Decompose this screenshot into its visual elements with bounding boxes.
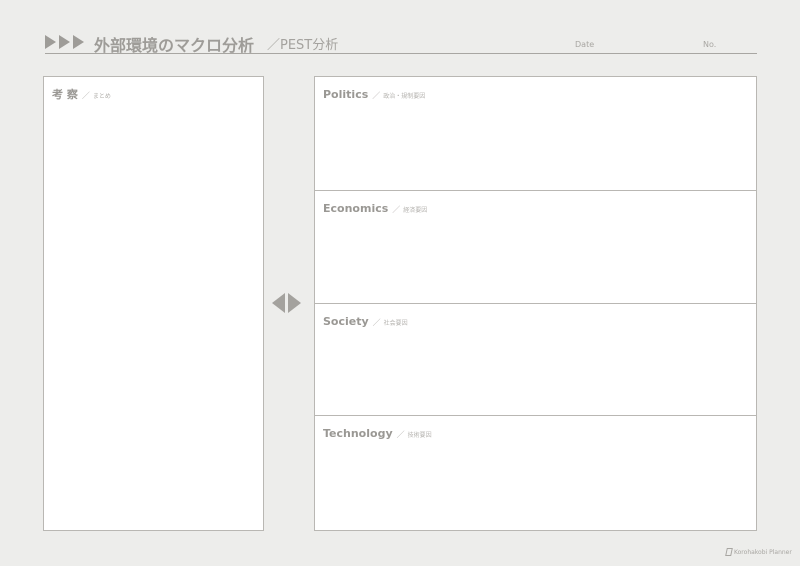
date-label: Date bbox=[575, 40, 595, 49]
summary-separator: ／ bbox=[81, 91, 90, 100]
technology-heading: Technology ／技術要因 bbox=[323, 422, 432, 441]
number-label: No. bbox=[703, 40, 717, 49]
summary-panel[interactable]: 考 察／まとめ bbox=[43, 76, 264, 531]
summary-subtitle: まとめ bbox=[92, 93, 111, 100]
pen-icon bbox=[725, 548, 733, 556]
society-subtitle: 社会要因 bbox=[383, 319, 408, 327]
triangle-right-icon bbox=[45, 35, 56, 49]
middle-arrows bbox=[272, 293, 301, 313]
politics-subtitle: 政治・規制要因 bbox=[383, 93, 426, 100]
technology-subtitle: 技術要因 bbox=[407, 432, 432, 440]
triangle-left-icon bbox=[272, 293, 285, 313]
page-title: 外部環境のマクロ分析 bbox=[94, 36, 255, 55]
triangle-right-icon bbox=[73, 35, 84, 49]
politics-title: Politics bbox=[323, 88, 369, 101]
page-header: 外部環境のマクロ分析 ／PEST分析 Date No. bbox=[45, 33, 757, 55]
triangle-right-icon bbox=[288, 293, 301, 313]
economics-section[interactable]: Economics ／経済要因 bbox=[315, 189, 756, 303]
technology-title: Technology bbox=[323, 427, 393, 441]
brand-label: Korohakobi Planner bbox=[734, 548, 792, 556]
technology-section[interactable]: Technology ／技術要因 bbox=[315, 415, 756, 528]
summary-title: 考 察 bbox=[52, 88, 78, 101]
society-title: Society bbox=[323, 314, 369, 328]
footer-brand: Korohakobi Planner bbox=[725, 548, 792, 556]
page-subtitle: ／PEST分析 bbox=[267, 38, 339, 53]
society-heading: Society ／社会要因 bbox=[323, 310, 408, 329]
economics-title: Economics bbox=[323, 201, 389, 215]
politics-section[interactable]: Politics ／政治・規制要因 bbox=[315, 77, 756, 190]
triangle-right-icon bbox=[59, 35, 70, 49]
society-separator: ／ bbox=[372, 317, 381, 327]
header-arrows bbox=[45, 35, 84, 49]
economics-heading: Economics ／経済要因 bbox=[323, 197, 427, 216]
economics-subtitle: 経済要因 bbox=[403, 206, 428, 214]
summary-heading: 考 察／まとめ bbox=[52, 83, 111, 102]
economics-separator: ／ bbox=[392, 204, 401, 214]
society-section[interactable]: Society ／社会要因 bbox=[315, 302, 756, 416]
pest-panel: Politics ／政治・規制要因 Economics ／経済要因 Society ／… bbox=[314, 76, 757, 531]
politics-separator: ／ bbox=[372, 91, 381, 100]
politics-heading: Politics ／政治・規制要因 bbox=[323, 83, 425, 102]
technology-separator: ／ bbox=[396, 430, 405, 440]
